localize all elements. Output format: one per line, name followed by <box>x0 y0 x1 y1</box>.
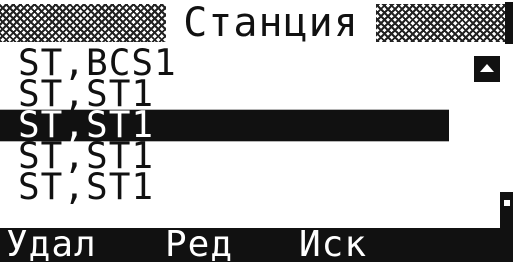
title-pattern-right <box>370 4 505 42</box>
scroll-up-arrow-icon[interactable] <box>474 56 500 82</box>
delete-softkey[interactable]: Удал <box>6 227 97 263</box>
search-softkey[interactable]: Иск <box>299 227 367 263</box>
station-list[interactable]: ST,BCS1 ST,ST1 ST,ST1 ST,ST1 ST,ST1 <box>0 45 480 206</box>
screen-title: Станция <box>166 0 376 46</box>
title-bar: Станция <box>0 0 513 46</box>
scroll-down-icon[interactable] <box>500 192 513 230</box>
edit-softkey[interactable]: Ред <box>165 227 233 263</box>
station-screen: Станция ST,BCS1 ST,ST1 ST,ST1 ST,ST1 ST,… <box>0 0 513 263</box>
title-edge-block <box>505 2 513 44</box>
softkey-bar: Удал Ред Иск <box>0 227 513 263</box>
title-pattern-left <box>0 4 168 42</box>
station-list-item[interactable]: ST,ST1 <box>0 169 480 206</box>
